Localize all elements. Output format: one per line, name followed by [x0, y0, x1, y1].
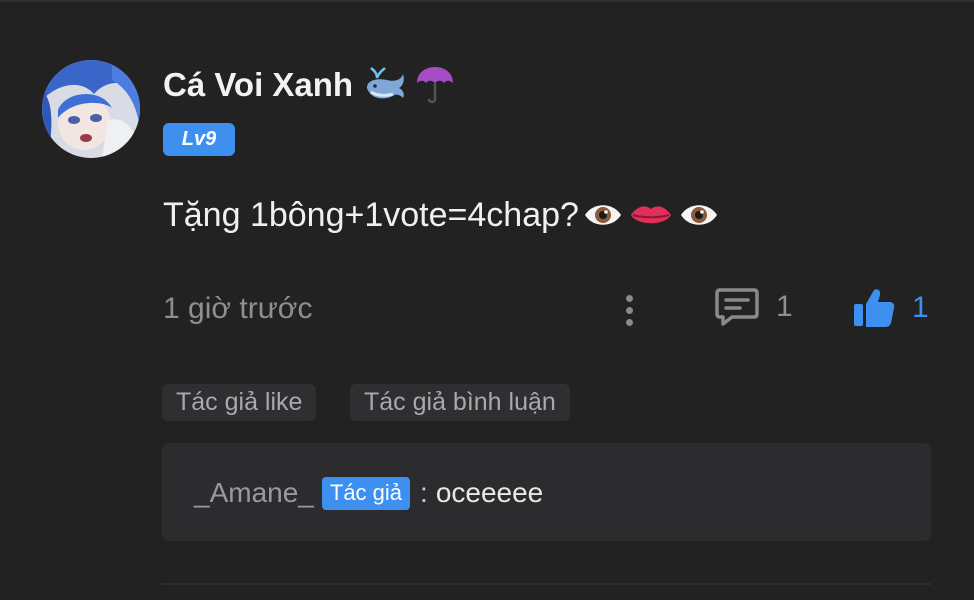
avatar-image: [42, 60, 140, 158]
like-button[interactable]: 1: [852, 286, 929, 330]
reply-button[interactable]: 1: [714, 286, 793, 328]
username-row: Cá Voi Xanh: [163, 62, 457, 108]
reply-separator: :: [420, 477, 428, 508]
comment-emojis: [583, 200, 719, 230]
whale-emoji-icon: [367, 67, 404, 99]
more-dot: [625, 294, 633, 302]
like-count: 1: [912, 291, 929, 324]
level-badge: Lv9: [163, 123, 235, 156]
more-options-button[interactable]: [616, 288, 642, 332]
top-divider: [0, 0, 974, 2]
comment-icon: [715, 288, 759, 326]
umbrella-emoji-icon: [417, 67, 454, 104]
comment-text: Tặng 1bông+1vote=4chap?: [163, 195, 579, 234]
thumbs-up-icon: [854, 289, 895, 327]
reply-preview[interactable]: _Amane_ Tác giả : oceeeee: [162, 443, 931, 541]
reply-text: oceeeee: [435, 477, 544, 508]
eye-emoji-icon: [584, 205, 621, 225]
comment-body: Tặng 1bông+1vote=4chap?: [163, 190, 719, 240]
author-commented-tag: Tác giả bình luận: [350, 384, 570, 421]
more-dot: [625, 306, 633, 314]
reply-author[interactable]: _Amane_: [194, 477, 314, 509]
lips-emoji-icon: [630, 206, 671, 224]
reply-line: _Amane_ Tác giả : oceeeee: [194, 473, 543, 513]
username-emojis: [363, 63, 457, 107]
eye-emoji-icon: [680, 205, 717, 225]
avatar[interactable]: [42, 60, 140, 158]
comment-timestamp: 1 giờ trước: [163, 292, 313, 325]
author-liked-tag: Tác giả like: [162, 384, 317, 421]
bottom-divider: [162, 583, 931, 585]
author-badge: Tác giả: [321, 476, 411, 510]
username[interactable]: Cá Voi Xanh: [163, 66, 353, 104]
reply-count: 1: [776, 290, 793, 323]
more-dot: [625, 318, 633, 326]
